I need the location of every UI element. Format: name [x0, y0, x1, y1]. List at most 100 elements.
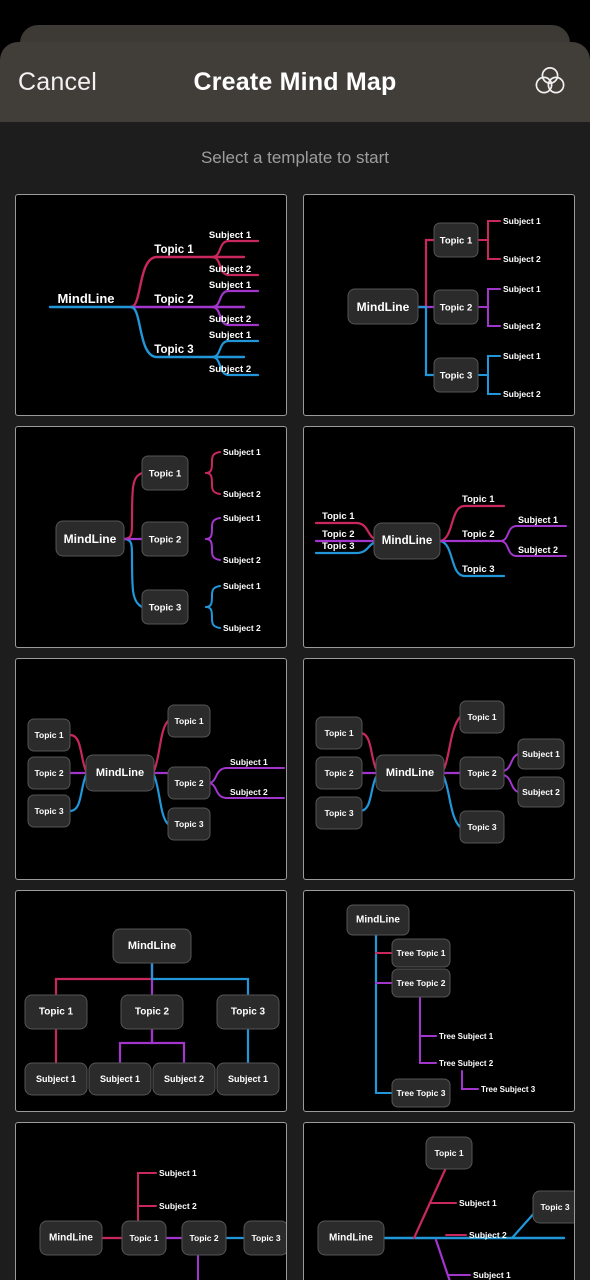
node-label-subject1: Subject 1	[223, 447, 261, 457]
node-label-topic2: Topic 2	[322, 529, 355, 540]
node-label-subject2: Subject 2	[223, 623, 261, 633]
node-label-topic3: Topic 3	[440, 371, 473, 382]
node-label-root: MindLine	[382, 535, 432, 547]
template-card-bilateral-underline[interactable]: MindLine Topic 1 Topic 2 Topic 3 Topic 1…	[303, 426, 575, 648]
node-label-subject1: Subject 1	[503, 284, 541, 294]
node-label-topic3: Topic 3	[231, 1007, 266, 1018]
node-label-tree-topic1: Tree Topic 1	[397, 948, 446, 958]
node-label-subject1: Subject 1	[459, 1198, 497, 1208]
node-label-tree-topic2: Tree Topic 2	[397, 978, 446, 988]
template-card-timeline-chain[interactable]: MindLine Topic 1 Topic 2 Topic 3 Subject…	[15, 1122, 287, 1280]
node-label-tree-subject2: Tree Subject 2	[439, 1059, 494, 1068]
node-label-subject1: Subject 1	[209, 230, 252, 241]
node-label-subject2: Subject 2	[522, 787, 560, 797]
template-card-org-chart[interactable]: MindLine Topic 1 Topic 2 Topic 3 Subject…	[15, 890, 287, 1112]
node-label-root: MindLine	[96, 767, 144, 779]
node-label-topic1: Topic 1	[39, 1007, 74, 1018]
template-card-right-boxes-square[interactable]: MindLine Topic 1 Topic 2 Topic 3 Subject…	[303, 194, 575, 416]
node-label-topic2: Topic 2	[440, 303, 473, 314]
node-label-subject2: Subject 2	[159, 1201, 197, 1211]
node-label-topic2: Topic 2	[462, 529, 495, 540]
modal-header: Cancel Create Mind Map	[0, 42, 590, 122]
template-card-fishbone[interactable]: MindLine Topic 1 Topic 3 Subject 1 Subje…	[303, 1122, 575, 1280]
node-label-subject2: Subject 2	[469, 1230, 507, 1240]
node-label-root: MindLine	[386, 767, 434, 779]
node-label-subject2: Subject 2	[209, 364, 251, 375]
node-label-subject1: Subject 1	[100, 1074, 140, 1084]
template-card-right-boxes-brace[interactable]: MindLine Topic 1 Topic 2 Topic 3 Subject…	[15, 426, 287, 648]
node-label-topic2: Topic 2	[34, 768, 63, 778]
node-label-root: MindLine	[329, 1233, 373, 1244]
node-label-subject1: Subject 1	[503, 351, 541, 361]
node-label-topic3: Topic 3	[467, 822, 496, 832]
node-label-topic1: Topic 1	[322, 511, 355, 522]
template-grid: MindLine Topic 1 Topic 2 Topic 3 Subject…	[0, 194, 590, 1280]
node-label-subject1: Subject 1	[230, 757, 268, 767]
node-label-topic3: Topic 3	[462, 564, 495, 575]
node-label-topic1: Topic 1	[434, 1148, 463, 1158]
node-label-subject2: Subject 2	[209, 264, 251, 275]
node-label-topic1: Topic 1	[154, 244, 194, 256]
template-browser: Select a template to start MindLine Topi…	[0, 122, 590, 1280]
template-card-bilateral-boxes[interactable]: Topic 1 Topic 2 Topic 3 MindLine Topic 1…	[303, 658, 575, 880]
template-card-right-curve-underline[interactable]: MindLine Topic 1 Topic 2 Topic 3 Subject…	[15, 194, 287, 416]
node-label-subject1: Subject 1	[36, 1074, 76, 1084]
node-label-topic3: Topic 3	[154, 344, 193, 356]
node-label-topic1: Topic 1	[129, 1233, 158, 1243]
node-label-topic2: Topic 2	[174, 778, 203, 788]
node-label-topic1: Topic 1	[324, 728, 353, 738]
node-label-subject1: Subject 1	[503, 216, 541, 226]
node-label-subject2: Subject 2	[223, 489, 261, 499]
node-label-topic2: Topic 2	[467, 768, 496, 778]
node-label-subject2: Subject 2	[503, 254, 541, 264]
node-label-subject1: Subject 1	[209, 280, 252, 291]
node-label-root: MindLine	[357, 300, 410, 314]
node-label-subject2: Subject 2	[503, 321, 541, 331]
node-label-topic3: Topic 3	[324, 808, 353, 818]
node-label-topic3: Topic 3	[149, 603, 182, 614]
node-label-topic2: Topic 2	[149, 535, 182, 546]
node-label-subject2: Subject 2	[223, 555, 261, 565]
node-label-subject1: Subject 1	[228, 1074, 268, 1084]
node-label-subject2: Subject 2	[503, 389, 541, 399]
create-mind-map-screen: Cancel Create Mind Map Select a template…	[0, 0, 590, 1280]
theme-color-button[interactable]	[528, 60, 572, 104]
node-label-tree-topic3: Tree Topic 3	[397, 1088, 446, 1098]
node-label-root: MindLine	[64, 532, 117, 546]
cancel-button[interactable]: Cancel	[18, 69, 97, 95]
node-label-subject1: Subject 1	[522, 749, 560, 759]
node-label-subject1: Subject 1	[159, 1168, 197, 1178]
node-label-subject2: Subject 2	[518, 545, 558, 555]
node-label-root: MindLine	[49, 1233, 93, 1244]
node-label-topic2: Topic 2	[189, 1233, 218, 1243]
template-card-bilateral-boxes-underline[interactable]: Topic 1 Topic 2 Topic 3 MindLine Topic 1…	[15, 658, 287, 880]
node-label-topic1: Topic 1	[467, 712, 496, 722]
node-label-topic3: Topic 3	[174, 819, 203, 829]
template-card-tree-outline[interactable]: MindLine Tree Topic 1 Tree Topic 2 Tree …	[303, 890, 575, 1112]
node-label-subject1: Subject 1	[223, 581, 261, 591]
node-label-subject2: Subject 2	[230, 787, 268, 797]
node-label-subject1: Subject 1	[209, 330, 252, 341]
node-label-topic3: Topic 3	[540, 1202, 569, 1212]
node-label-subject1: Subject 1	[518, 515, 558, 525]
node-label-topic3: Topic 3	[322, 541, 355, 552]
node-label-topic1: Topic 1	[149, 469, 182, 480]
node-label-subject1: Subject 1	[223, 513, 261, 523]
node-label-root: MindLine	[128, 940, 176, 952]
node-label-topic1: Topic 1	[440, 236, 473, 247]
node-label-subject1: Subject 1	[473, 1270, 511, 1280]
node-label-subject2: Subject 2	[209, 314, 251, 325]
node-label-topic1: Topic 1	[174, 716, 203, 726]
node-label-topic1: Topic 1	[34, 730, 63, 740]
template-subtitle: Select a template to start	[200, 148, 390, 167]
node-label-topic1: Topic 1	[462, 494, 495, 505]
node-label-subject2: Subject 2	[164, 1074, 204, 1084]
node-label-topic3: Topic 3	[251, 1233, 280, 1243]
node-label-tree-subject3: Tree Subject 3	[481, 1085, 536, 1094]
node-label-topic3: Topic 3	[34, 806, 63, 816]
node-label-topic2: Topic 2	[135, 1007, 170, 1018]
node-label-topic2: Topic 2	[154, 294, 193, 306]
node-label-root: MindLine	[356, 915, 400, 926]
node-label-tree-subject1: Tree Subject 1	[439, 1032, 494, 1041]
node-label-topic2: Topic 2	[324, 768, 353, 778]
